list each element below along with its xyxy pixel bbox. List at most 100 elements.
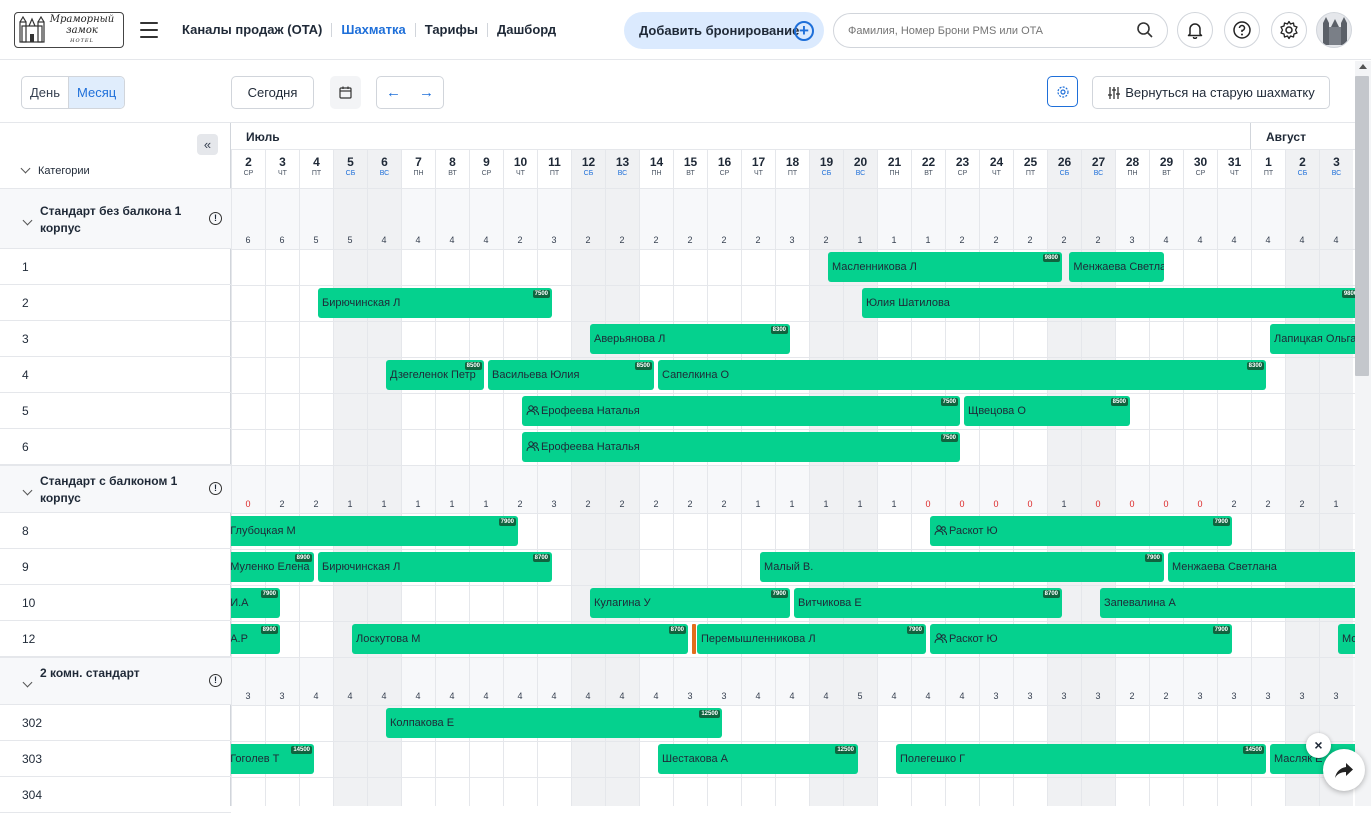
scrollbar-thumb[interactable] bbox=[1355, 76, 1369, 376]
day-header[interactable]: 18 ПТ bbox=[775, 149, 809, 188]
day-header[interactable]: 27 ВС bbox=[1081, 149, 1115, 188]
booking-bar[interactable]: Ерофеева Наталья 7500 bbox=[522, 432, 960, 462]
search-input[interactable] bbox=[833, 13, 1168, 48]
day-header[interactable]: 4 ПТ bbox=[299, 149, 333, 188]
day-header[interactable]: 3 ВС bbox=[1319, 149, 1353, 188]
booking-bar[interactable]: Бирючинская Л 8700 bbox=[318, 552, 552, 582]
view-month-button[interactable]: Месяц bbox=[68, 77, 125, 108]
old-grid-button[interactable]: Вернуться на старую шахматку bbox=[1092, 76, 1330, 109]
categories-header[interactable]: Категории bbox=[20, 163, 90, 177]
booking-bar[interactable]: Перемышленникова Л 7900 bbox=[697, 624, 926, 654]
room-row[interactable]: 3 bbox=[0, 321, 231, 357]
day-header[interactable]: 15 ВТ bbox=[673, 149, 707, 188]
settings-button[interactable] bbox=[1271, 12, 1307, 48]
booking-bar[interactable]: Менжаева Светлана bbox=[1168, 552, 1355, 582]
calendar-button[interactable] bbox=[330, 76, 361, 109]
day-header[interactable]: 10 ЧТ bbox=[503, 149, 537, 188]
room-row[interactable]: 5 bbox=[0, 393, 231, 429]
avatar[interactable] bbox=[1316, 12, 1352, 48]
booking-bar[interactable]: Лапицкая Ольга bbox=[1270, 324, 1355, 354]
booking-bar[interactable]: Масленникова Л 9800 bbox=[828, 252, 1062, 282]
day-header[interactable]: 29 ВТ bbox=[1149, 149, 1183, 188]
room-row[interactable]: 303 bbox=[0, 741, 231, 777]
booking-bar[interactable]: Сапелкина О 8300 bbox=[658, 360, 1266, 390]
next-arrow-icon[interactable]: → bbox=[410, 77, 443, 108]
day-header[interactable]: 26 СБ bbox=[1047, 149, 1081, 188]
day-header[interactable]: 20 ВС bbox=[843, 149, 877, 188]
day-header[interactable]: 24 ЧТ bbox=[979, 149, 1013, 188]
notifications-button[interactable] bbox=[1177, 12, 1213, 48]
booking-bar[interactable]: А.Р 8900 bbox=[231, 624, 280, 654]
nav-grid[interactable]: Шахматка bbox=[331, 23, 414, 37]
room-row[interactable]: 8 bbox=[0, 513, 231, 549]
day-header[interactable]: 2 СР bbox=[231, 149, 265, 188]
nav-ota[interactable]: Каналы продаж (OTA) bbox=[182, 23, 331, 37]
booking-bar[interactable]: Бирючинская Л 7500 bbox=[318, 288, 552, 318]
day-header[interactable]: 17 ЧТ bbox=[741, 149, 775, 188]
view-day-button[interactable]: День bbox=[22, 77, 68, 108]
day-header[interactable]: 5 СБ bbox=[333, 149, 367, 188]
room-row[interactable]: 9 bbox=[0, 549, 231, 585]
booking-bar[interactable]: Менжаева Светлана bbox=[1069, 252, 1164, 282]
today-button[interactable]: Сегодня bbox=[231, 76, 314, 109]
booking-bar[interactable]: Юлия Шатилова 9800 bbox=[862, 288, 1355, 318]
category-row[interactable]: Стандарт с балконом 1 корпус! bbox=[0, 465, 231, 513]
booking-bar[interactable]: Полегешко Г 14500 bbox=[896, 744, 1266, 774]
booking-bar[interactable]: Кулагина У 7900 bbox=[590, 588, 790, 618]
day-header[interactable]: 9 СР bbox=[469, 149, 503, 188]
day-header[interactable]: 28 ПН bbox=[1115, 149, 1149, 188]
search-icon[interactable] bbox=[1136, 21, 1154, 39]
close-icon[interactable]: × bbox=[1306, 733, 1331, 758]
booking-bar[interactable]: Щвецова О 8500 bbox=[964, 396, 1130, 426]
collapse-panel-button[interactable]: « bbox=[197, 134, 218, 155]
room-row[interactable]: 2 bbox=[0, 285, 231, 321]
menu-icon[interactable] bbox=[140, 22, 158, 38]
nav-dashboard[interactable]: Дашборд bbox=[486, 23, 565, 37]
room-row[interactable]: 4 bbox=[0, 357, 231, 393]
booking-bar[interactable]: Лоскутова М 8700 bbox=[352, 624, 688, 654]
booking-bar[interactable]: Васильева Юлия 8500 bbox=[488, 360, 654, 390]
booking-bar[interactable]: Муленко Елена 8900 bbox=[231, 552, 314, 582]
booking-bar[interactable]: Ерофеева Наталья 7500 bbox=[522, 396, 960, 426]
day-header[interactable]: 22 ВТ bbox=[911, 149, 945, 188]
day-header[interactable]: 11 ПТ bbox=[537, 149, 571, 188]
hotel-logo[interactable]: Мраморный замок HOTEL bbox=[14, 12, 124, 48]
share-button[interactable] bbox=[1323, 749, 1365, 791]
booking-bar[interactable]: И.А 7900 bbox=[231, 588, 280, 618]
room-row[interactable]: 10 bbox=[0, 585, 231, 621]
day-header[interactable]: 23 СР bbox=[945, 149, 979, 188]
booking-bar[interactable]: Малый В. 7900 bbox=[760, 552, 1164, 582]
category-row[interactable]: 2 комн. стандарт! bbox=[0, 657, 231, 705]
room-row[interactable]: 6 bbox=[0, 429, 231, 465]
info-icon[interactable]: ! bbox=[209, 211, 222, 225]
booking-bar[interactable]: Витчикова Е 8700 bbox=[794, 588, 1062, 618]
help-button[interactable] bbox=[1224, 12, 1260, 48]
day-header[interactable]: 1 ПТ bbox=[1251, 149, 1285, 188]
info-icon[interactable]: ! bbox=[209, 482, 222, 495]
booking-bar[interactable]: Гоголев Т 14500 bbox=[231, 744, 314, 774]
info-icon[interactable]: ! bbox=[209, 674, 222, 687]
booking-bar[interactable]: Шестакова А 12500 bbox=[658, 744, 858, 774]
day-header[interactable]: 16 СР bbox=[707, 149, 741, 188]
room-row[interactable]: 12 bbox=[0, 621, 231, 657]
day-header[interactable]: 30 СР bbox=[1183, 149, 1217, 188]
booking-bar[interactable]: Глубоцкая М 7900 bbox=[231, 516, 518, 546]
day-header[interactable]: 6 ВС bbox=[367, 149, 401, 188]
booking-bar[interactable]: Колпакова Е 12500 bbox=[386, 708, 722, 738]
booking-bar[interactable]: Раскот Ю 7900 bbox=[930, 516, 1232, 546]
day-header[interactable]: 31 ЧТ bbox=[1217, 149, 1251, 188]
booking-bar[interactable]: Мо bbox=[1338, 624, 1355, 654]
room-row[interactable]: 304 bbox=[0, 777, 231, 813]
room-row[interactable]: 1 bbox=[0, 249, 231, 285]
day-header[interactable]: 7 ПН bbox=[401, 149, 435, 188]
grid-settings-button[interactable] bbox=[1047, 76, 1078, 107]
booking-bar[interactable]: Запевалина А bbox=[1100, 588, 1355, 618]
day-header[interactable]: 12 СБ bbox=[571, 149, 605, 188]
booking-bar[interactable]: Аверьянова Л 8300 bbox=[590, 324, 790, 354]
day-header[interactable]: 14 ПН bbox=[639, 149, 673, 188]
day-header[interactable]: 2 СБ bbox=[1285, 149, 1319, 188]
booking-bar[interactable]: Дзегеленок Петр 8500 bbox=[386, 360, 484, 390]
booking-bar[interactable]: Раскот Ю 7900 bbox=[930, 624, 1232, 654]
day-header[interactable]: 3 ЧТ bbox=[265, 149, 299, 188]
day-header[interactable]: 8 ВТ bbox=[435, 149, 469, 188]
